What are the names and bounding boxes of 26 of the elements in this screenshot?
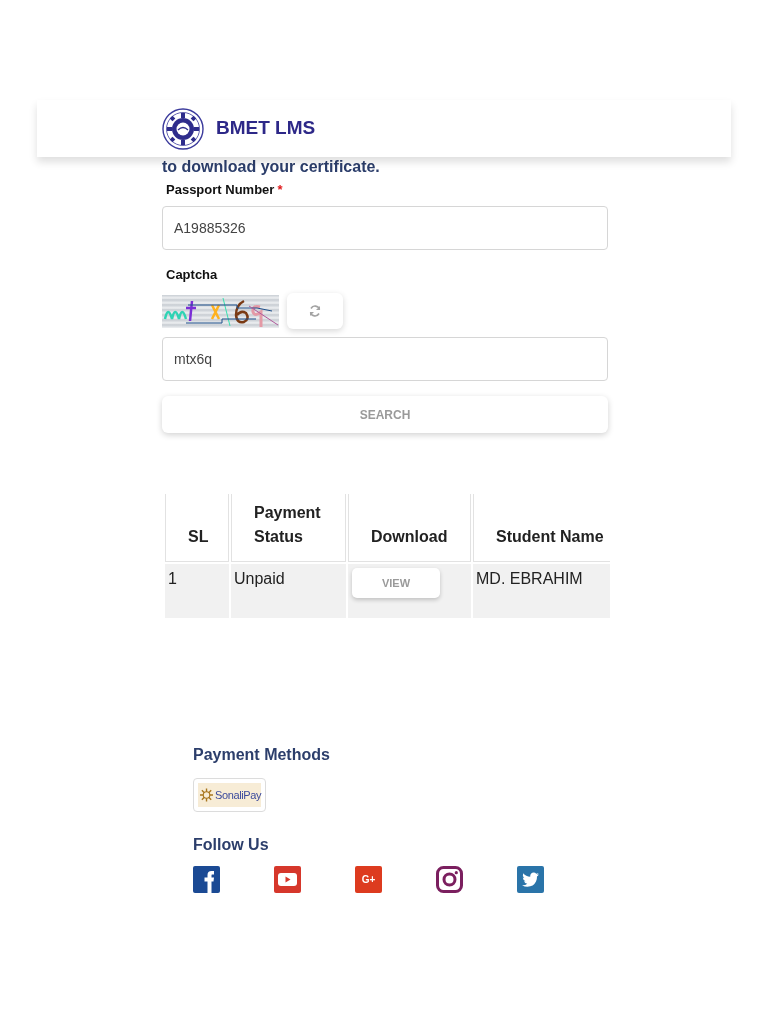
facebook-icon[interactable] bbox=[193, 866, 220, 893]
column-header: Download bbox=[348, 494, 471, 562]
intro-text: to download your certificate. bbox=[162, 158, 380, 176]
table-cell: Unpaid bbox=[231, 564, 346, 618]
camera-outline-icon[interactable] bbox=[436, 866, 463, 893]
table-cell: 1 bbox=[165, 564, 229, 618]
site-title: BMET LMS bbox=[216, 116, 316, 141]
refresh-icon bbox=[309, 305, 321, 317]
gear-emblem-logo-icon[interactable] bbox=[161, 107, 205, 150]
search-button[interactable]: SEARCH bbox=[162, 396, 608, 433]
required-mark: * bbox=[277, 182, 283, 197]
field-label: Passport Number bbox=[166, 182, 275, 197]
table-cell: MD. EBRAHIM bbox=[473, 564, 610, 618]
column-header: SL bbox=[165, 494, 229, 562]
bird-icon[interactable] bbox=[517, 866, 544, 893]
view-button[interactable]: VIEW bbox=[352, 568, 440, 598]
passport-number-field[interactable]: A19885326 bbox=[162, 206, 608, 250]
google-plus-icon[interactable]: G+ bbox=[355, 866, 382, 893]
column-header: Payment Status bbox=[231, 494, 346, 562]
field-label: Captcha bbox=[166, 267, 218, 282]
video-play-icon[interactable] bbox=[274, 866, 301, 893]
payment-methods-heading: Payment Methods bbox=[193, 745, 330, 765]
captcha-input-field[interactable]: mtx6q bbox=[162, 337, 608, 381]
payment-method-name: SonaliPay bbox=[215, 789, 261, 801]
follow-us-heading: Follow Us bbox=[193, 835, 269, 855]
column-header: Student Name bbox=[473, 494, 610, 562]
